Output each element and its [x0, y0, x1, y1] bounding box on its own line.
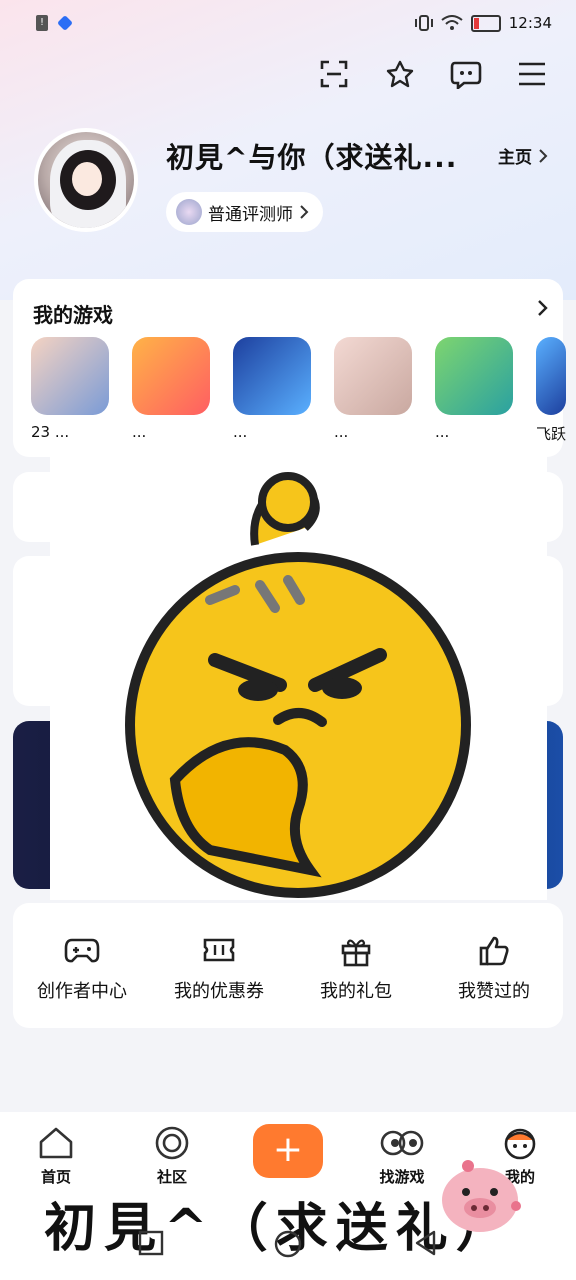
ticket-icon — [203, 938, 235, 962]
chevron-right-icon — [539, 148, 548, 163]
gift-pack-label: 我的礼包 — [320, 981, 392, 1002]
game-item[interactable]: 飞跃 — [536, 337, 576, 443]
game-icon — [536, 337, 566, 415]
creator-center-label: 创作者中心 — [37, 981, 127, 1002]
game-name: 飞跃 — [536, 425, 567, 443]
badge-icon — [176, 199, 202, 225]
tools-card: 创作者中心 我的优惠券 我的礼包 我赞过的 — [13, 903, 563, 1028]
coupons-label: 我的优惠券 — [174, 981, 264, 1002]
eyes-icon — [380, 1130, 424, 1156]
coupons-button[interactable]: 我的优惠券 — [154, 935, 284, 1003]
avatar[interactable] — [34, 128, 138, 232]
chevron-right-icon — [300, 205, 309, 219]
game-name: ... — [132, 423, 147, 441]
emoji-sticker-overlay — [50, 450, 547, 900]
home-system-button[interactable] — [274, 1230, 302, 1262]
badge-label: 普通评测师 — [208, 204, 293, 225]
skin-decoration-icon[interactable] — [384, 58, 416, 90]
top-actions — [318, 58, 548, 90]
gift-pack-button[interactable]: 我的礼包 — [291, 935, 421, 1003]
angry-emoji-icon — [125, 472, 471, 898]
menu-icon[interactable] — [516, 58, 548, 90]
publish-button[interactable]: + — [253, 1124, 323, 1178]
status-bar: ! 12:34 — [0, 0, 576, 48]
game-item[interactable]: ... — [132, 337, 210, 443]
game-name: 23 ... — [31, 423, 70, 441]
nav-community[interactable]: 社区 — [132, 1126, 212, 1187]
square-icon — [138, 1230, 164, 1256]
wifi-icon — [441, 15, 463, 30]
my-games-card: 我的游戏 23 ............... 飞跃 — [13, 279, 566, 457]
gift-icon — [341, 939, 371, 967]
home-icon — [39, 1127, 73, 1159]
my-games-title: 我的游戏 — [33, 303, 113, 327]
message-icon[interactable] — [450, 58, 482, 90]
game-name: ... — [435, 423, 450, 441]
battery-icon — [470, 14, 501, 32]
status-time: 12:34 — [508, 14, 552, 32]
circle-icon — [274, 1230, 302, 1258]
home-link-label: 主页 — [498, 148, 532, 168]
scan-icon[interactable] — [318, 58, 350, 90]
game-item[interactable]: ... — [334, 337, 412, 443]
nav-home[interactable]: 首页 — [16, 1126, 96, 1187]
game-item[interactable]: ... — [435, 337, 513, 443]
game-name: ... — [233, 423, 248, 441]
game-name: ... — [334, 423, 349, 441]
recent-apps-button[interactable] — [138, 1230, 164, 1260]
game-icon — [435, 337, 513, 415]
back-button[interactable] — [414, 1230, 438, 1260]
nav-find-games-label: 找游戏 — [379, 1168, 425, 1186]
thumbs-up-icon — [479, 936, 509, 966]
game-item[interactable]: 23 ... — [31, 337, 109, 443]
game-icon — [334, 337, 412, 415]
vibrate-icon — [414, 15, 433, 31]
pink-pig-sticker-icon — [442, 1160, 521, 1232]
game-item[interactable]: ... — [233, 337, 311, 443]
community-icon — [155, 1126, 189, 1160]
triangle-back-icon — [415, 1230, 436, 1256]
liked-button[interactable]: 我赞过的 — [429, 935, 559, 1003]
nav-find-games[interactable]: 找游戏 — [362, 1126, 442, 1187]
chevron-right-icon[interactable] — [537, 299, 549, 317]
game-list: 23 ............... 飞跃 — [31, 337, 576, 443]
reviewer-badge[interactable]: 普通评测师 — [166, 192, 323, 232]
nav-home-label: 首页 — [40, 1168, 71, 1186]
gamepad-icon — [64, 938, 100, 963]
creator-center-button[interactable]: 创作者中心 — [17, 935, 147, 1003]
username: 初見^与你（求送礼... — [166, 141, 458, 174]
game-icon — [132, 337, 210, 415]
sim-alert-icon: ! — [36, 15, 48, 31]
home-link[interactable]: 主页 — [498, 143, 548, 168]
liked-label: 我赞过的 — [458, 981, 530, 1002]
nav-community-label: 社区 — [156, 1168, 187, 1186]
game-icon — [31, 337, 109, 415]
game-icon — [233, 337, 311, 415]
app-notification-icon — [57, 15, 73, 31]
